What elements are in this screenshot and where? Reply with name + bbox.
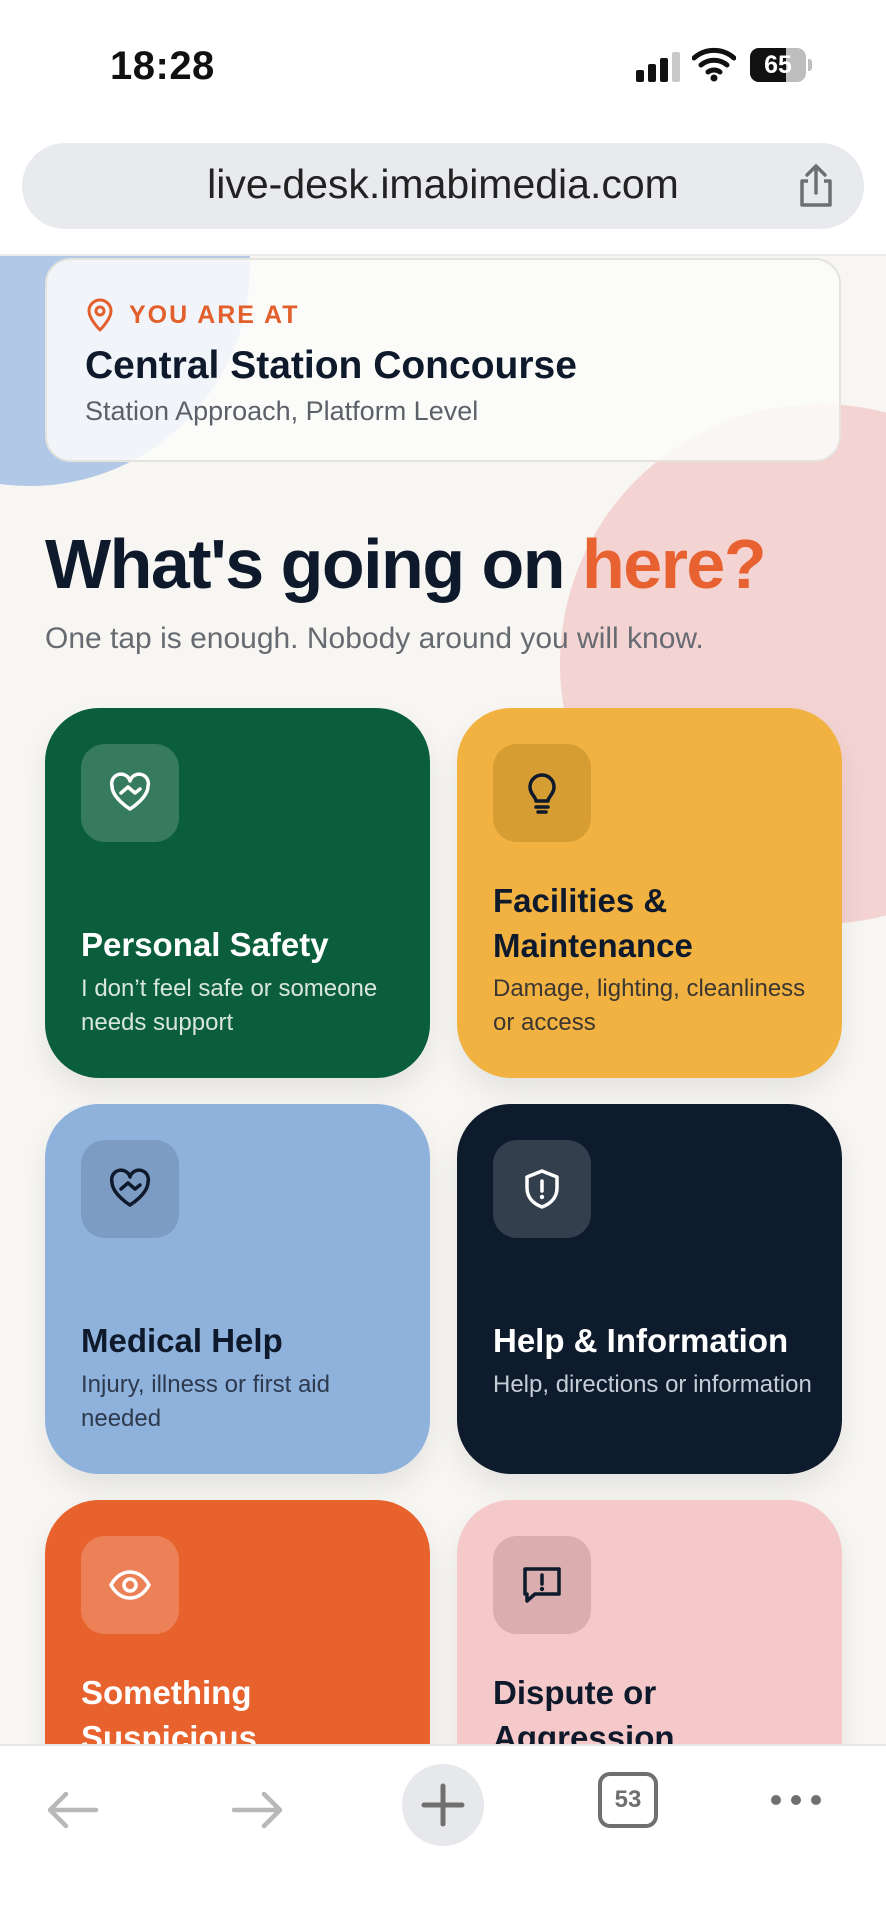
plus-icon bbox=[421, 1783, 465, 1827]
share-icon[interactable] bbox=[794, 163, 838, 209]
tile-description: Help, directions or information bbox=[493, 1371, 812, 1398]
lightbulb-icon bbox=[528, 773, 556, 814]
tile-description: I don’t feel safe or someone needs suppo… bbox=[81, 975, 378, 1036]
tile-title: Facilities & Maintenance bbox=[493, 882, 693, 964]
location-card: YOU ARE AT Central Station Concourse Sta… bbox=[45, 258, 841, 462]
tile-icon-box bbox=[81, 744, 179, 842]
page-headline: What's going on here? bbox=[45, 524, 767, 604]
headline-main: What's going on bbox=[45, 525, 582, 603]
tile-description: Injury, illness or first aid needed bbox=[81, 1371, 330, 1432]
location-tag: YOU ARE AT bbox=[85, 298, 299, 332]
location-pin-icon bbox=[87, 298, 113, 332]
tile-title: Help & Information bbox=[493, 1322, 789, 1359]
back-arrow-icon[interactable] bbox=[40, 1778, 104, 1842]
tile-title: Personal Safety bbox=[81, 926, 329, 963]
tile-title: Dispute or Aggression bbox=[493, 1674, 675, 1744]
location-address: Station Approach, Platform Level bbox=[85, 396, 479, 426]
location-name: Central Station Concourse bbox=[85, 344, 577, 387]
heart-handshake-icon bbox=[109, 1168, 151, 1207]
address-bar[interactable]: live-desk.imabimedia.com bbox=[22, 143, 864, 229]
url-text[interactable]: live-desk.imabimedia.com bbox=[22, 161, 864, 208]
wifi-icon bbox=[692, 47, 736, 82]
page-subline: One tap is enough. Nobody around you wil… bbox=[45, 622, 704, 655]
tile-help-information[interactable]: Help & Information Help, directions or i… bbox=[457, 1104, 842, 1474]
more-icon[interactable] bbox=[766, 1780, 826, 1820]
tile-title: Something Suspicious bbox=[81, 1674, 258, 1744]
tile-personal-safety[interactable]: Personal Safety I don’t feel safe or som… bbox=[45, 708, 430, 1078]
status-bar: 18:28 65 bbox=[0, 0, 886, 130]
forward-arrow-icon[interactable] bbox=[226, 1778, 290, 1842]
eye-icon bbox=[109, 1570, 151, 1600]
browser-toolbar: 53 bbox=[0, 1744, 886, 1920]
tile-facilities-maintenance[interactable]: Facilities & Maintenance Damage, lightin… bbox=[457, 708, 842, 1078]
tab-count: 53 bbox=[614, 1786, 642, 1813]
tile-something-suspicious[interactable]: Something Suspicious bbox=[45, 1500, 430, 1744]
headline-accent: here? bbox=[582, 525, 767, 603]
status-time: 18:28 bbox=[110, 44, 215, 88]
battery-level: 65 bbox=[764, 51, 792, 79]
tile-description: Damage, lighting, cleanliness or access bbox=[493, 975, 806, 1036]
location-tag-label: YOU ARE AT bbox=[129, 300, 300, 329]
battery-icon: 65 bbox=[750, 48, 812, 82]
tabs-button[interactable]: 53 bbox=[598, 1772, 658, 1828]
tile-title: Medical Help bbox=[81, 1322, 283, 1359]
tile-icon-box bbox=[493, 744, 591, 842]
tile-icon-box bbox=[493, 1140, 591, 1238]
page-content: YOU ARE AT Central Station Concourse Sta… bbox=[0, 256, 886, 1744]
new-tab-button[interactable] bbox=[402, 1764, 484, 1846]
message-alert-icon bbox=[523, 1567, 561, 1603]
tile-icon-box bbox=[81, 1536, 179, 1634]
heart-handshake-icon bbox=[109, 772, 151, 811]
cellular-signal-icon bbox=[636, 52, 680, 82]
tile-medical-help[interactable]: Medical Help Injury, illness or first ai… bbox=[45, 1104, 430, 1474]
tile-dispute-aggression[interactable]: Dispute or Aggression bbox=[457, 1500, 842, 1744]
shield-alert-icon bbox=[525, 1169, 559, 1209]
tile-icon-box bbox=[493, 1536, 591, 1634]
tile-icon-box bbox=[81, 1140, 179, 1238]
